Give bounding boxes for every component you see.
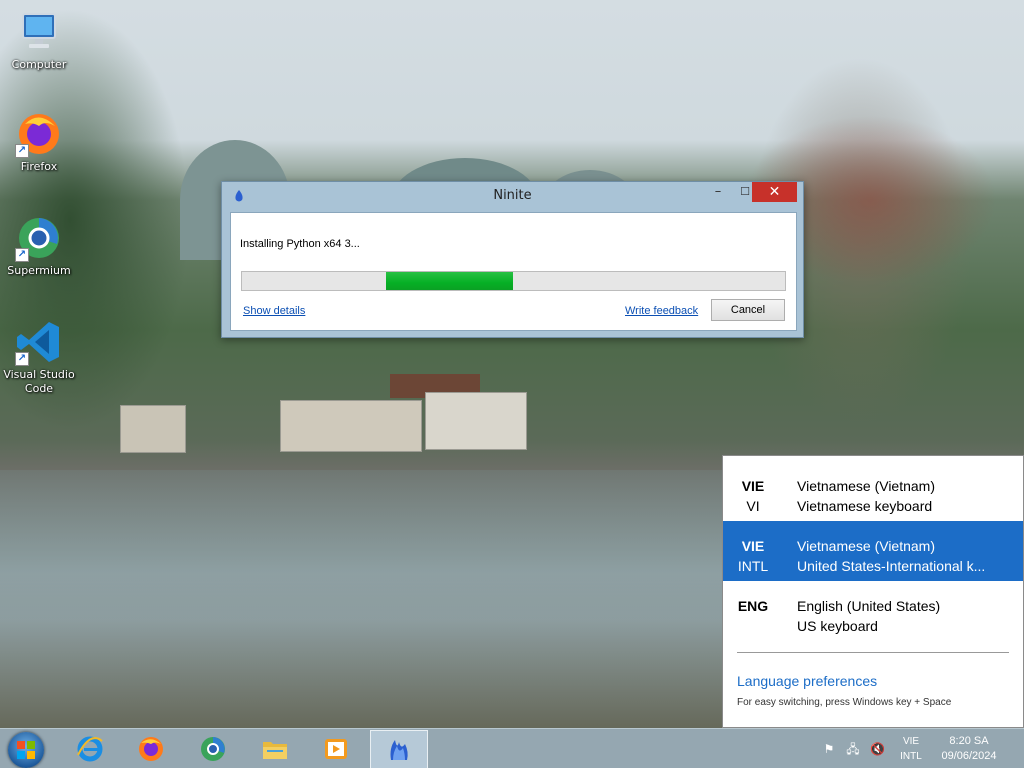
firefox-icon: ↗ [15,110,63,158]
language-code: ENG [737,598,769,614]
keyboard-name: United States-International k... [797,558,986,574]
taskbar-internet-explorer[interactable] [62,730,118,768]
vscode-icon: ↗ [15,318,63,366]
flyout-divider [737,652,1009,653]
cancel-button[interactable]: Cancel [711,299,785,321]
language-preferences-link[interactable]: Language preferences [737,673,877,689]
desktop-icon-vscode[interactable]: ↗ Visual Studio Code [1,318,77,396]
write-feedback-link[interactable]: Write feedback [625,305,698,317]
language-item-vie-intl[interactable]: VIE INTL Vietnamese (Vietnam) United Sta… [723,521,1023,581]
tray-language-code: VIE [902,736,920,747]
shortcut-arrow-icon: ↗ [15,248,29,262]
language-item-vie-vi[interactable]: VIE VI Vietnamese (Vietnam) Vietnamese k… [723,461,1023,521]
internet-explorer-icon [76,735,104,763]
ninite-window: Ninite – ☐ ✕ Installing Python x64 3... … [221,181,804,338]
language-item-eng[interactable]: ENG English (United States) US keyboard [723,581,1023,641]
supermium-icon: ↗ [15,214,63,262]
action-center-flag-icon[interactable]: ⚑ [822,742,836,756]
ninite-icon [385,736,413,764]
language-name: Vietnamese (Vietnam) [797,478,935,494]
clock-time: 8:20 SA [949,735,989,747]
keyboard-name: US keyboard [797,618,878,634]
desktop-icon-label: Visual Studio Code [3,368,75,395]
shortcut-arrow-icon: ↗ [15,352,29,366]
taskbar-supermium[interactable] [185,730,241,768]
install-status-text: Installing Python x64 3... [240,238,360,250]
desktop-icon-supermium[interactable]: ↗ Supermium [1,214,77,278]
tray-keyboard-code: INTL [900,751,922,762]
house [280,400,422,452]
keyboard-code: VI [746,498,760,514]
desktop-icon-label: Firefox [20,160,58,173]
supermium-icon [199,735,227,763]
house [425,392,527,450]
window-content: Installing Python x64 3... Show details … [230,212,797,331]
shortcut-arrow-icon: ↗ [15,144,29,158]
language-name: English (United States) [797,598,941,614]
input-language-indicator[interactable]: VIE INTL [896,734,926,764]
desktop-icon-label: Computer [11,58,67,71]
windows-logo-icon [17,741,35,759]
minimize-button[interactable]: – [705,184,731,202]
taskbar: ⚑ 🖧 🔇 VIE INTL 8:20 SA 09/06/2024 [0,728,1024,768]
network-icon[interactable]: 🖧 [846,742,860,756]
clock[interactable]: 8:20 SA 09/06/2024 [934,734,1004,764]
clock-date: 09/06/2024 [941,750,997,762]
desktop-icon-firefox[interactable]: ↗ Firefox [1,110,77,174]
desktop-icon-computer[interactable]: Computer [1,8,77,72]
language-flyout: VIE VI Vietnamese (Vietnam) Vietnamese k… [722,455,1024,728]
language-code: VIE [741,538,765,554]
progress-fill [386,272,513,290]
language-code: VIE [741,478,765,494]
taskbar-file-explorer[interactable] [247,730,303,768]
switching-hint: For easy switching, press Windows key + … [737,697,952,708]
firefox-icon [137,735,165,763]
file-explorer-icon [261,735,289,763]
start-button[interactable] [8,732,44,768]
volume-muted-icon[interactable]: 🔇 [870,742,885,756]
install-progress-bar [241,271,786,291]
desktop-icon-label: Supermium [7,264,71,277]
language-name: Vietnamese (Vietnam) [797,538,935,554]
taskbar-firefox[interactable] [123,730,179,768]
close-button[interactable]: ✕ [752,182,797,202]
media-player-icon [322,735,350,763]
keyboard-code: INTL [737,558,769,574]
taskbar-ninite[interactable] [370,730,428,768]
keyboard-name: Vietnamese keyboard [797,498,933,514]
taskbar-media-player[interactable] [308,730,364,768]
computer-icon [15,8,63,56]
window-titlebar[interactable]: Ninite – ☐ ✕ [222,182,803,210]
show-details-link[interactable]: Show details [243,305,305,317]
house [120,405,186,453]
